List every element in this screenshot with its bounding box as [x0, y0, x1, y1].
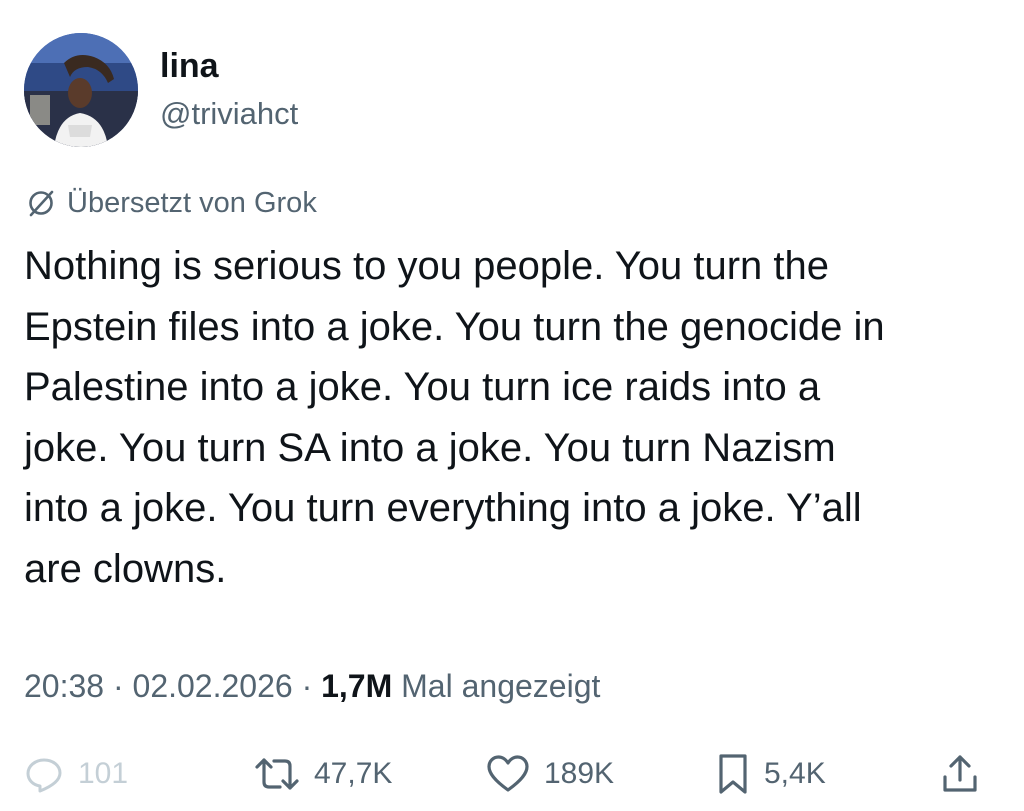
retweet-count: 47,7K: [314, 757, 393, 790]
reply-button[interactable]: 101: [24, 744, 128, 804]
views-count: 1,7M: [321, 668, 393, 704]
translation-note[interactable]: Übersetzt von Grok: [25, 184, 317, 222]
tweet-meta: 20:38 · 02.02.2026 · 1,7M Mal angezeigt: [24, 664, 600, 708]
action-bar: 101 47,7K 189K 5,4K: [0, 744, 1024, 804]
bookmark-count: 5,4K: [764, 757, 826, 790]
reply-icon: [26, 758, 62, 793]
share-icon: [943, 755, 977, 792]
share-button[interactable]: [940, 744, 980, 804]
reply-count: 101: [78, 757, 129, 790]
meta-separator: ·: [292, 668, 322, 704]
translation-label: Übersetzt von Grok: [67, 186, 317, 219]
heart-icon: [487, 755, 529, 792]
translate-globe-icon: [29, 190, 54, 217]
tweet-time[interactable]: 20:38: [24, 668, 104, 704]
avatar[interactable]: [24, 33, 138, 147]
tweet-text: Nothing is serious to you people. You tu…: [24, 244, 885, 591]
retweet-button[interactable]: 47,7K: [254, 744, 392, 804]
bookmark-button[interactable]: 5,4K: [716, 744, 826, 804]
like-button[interactable]: 189K: [486, 744, 614, 804]
meta-separator: ·: [104, 668, 133, 704]
user-handle[interactable]: @triviahct: [160, 95, 298, 133]
profile-photo-icon: [24, 33, 138, 147]
retweet-icon: [255, 758, 299, 790]
display-name[interactable]: lina: [160, 46, 219, 86]
bookmark-icon: [719, 754, 747, 794]
views-label: Mal angezeigt: [401, 668, 601, 704]
like-count: 189K: [544, 757, 615, 790]
tweet-date[interactable]: 02.02.2026: [133, 668, 293, 704]
